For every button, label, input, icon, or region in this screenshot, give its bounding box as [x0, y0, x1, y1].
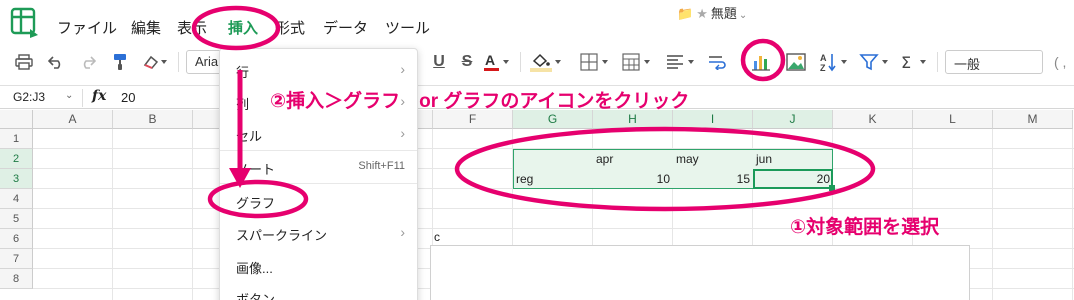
highlight-data-range [454, 126, 876, 212]
annotation-step1: ①対象範囲を選択 [790, 217, 940, 238]
annotation-step2: ②挿入＞グラフ or グラフのアイコンをクリック [270, 91, 690, 112]
annotation-overlay [191, 5, 876, 219]
highlight-insert-menu [191, 5, 281, 51]
highlight-chart-menu-item [207, 179, 309, 219]
highlight-chart-icon [740, 38, 786, 82]
